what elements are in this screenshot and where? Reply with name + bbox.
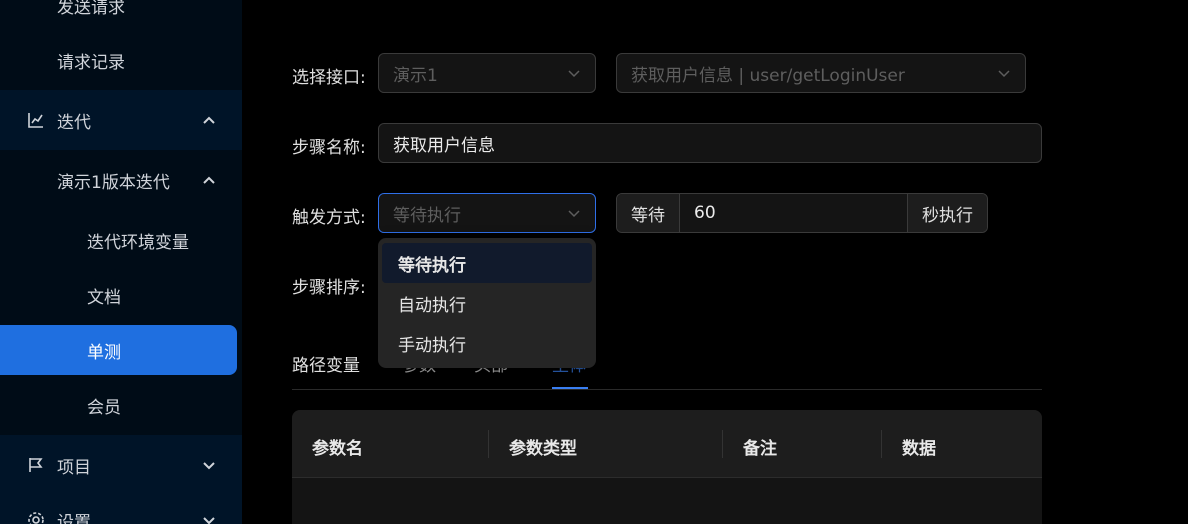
interface-label: 选择接口: — [292, 68, 366, 88]
column-header-name: 参数名 — [312, 439, 363, 459]
trigger-select[interactable]: 等待执行 — [378, 193, 596, 233]
main-content: 选择接口: 演示1 获取用户信息 | user/getLoginUser 步骤名… — [242, 0, 1188, 524]
chevron-down-icon — [202, 458, 216, 472]
flag-icon — [27, 456, 45, 474]
sidebar-item-label: 设置 — [57, 512, 91, 524]
api-select[interactable]: 获取用户信息 | user/getLoginUser — [616, 53, 1026, 93]
api-select-value: 获取用户信息 | user/getLoginUser — [631, 65, 905, 86]
sidebar-item-label: 文档 — [87, 287, 121, 308]
step-name-label: 步骤名称: — [292, 138, 366, 158]
chevron-up-icon — [202, 173, 216, 187]
wait-seconds-value: 60 — [694, 203, 716, 223]
sidebar-item-project[interactable]: 项目 — [0, 435, 242, 495]
sidebar-item-label: 单测 — [87, 342, 121, 363]
line-chart-icon — [27, 111, 45, 129]
chevron-down-icon — [202, 513, 216, 524]
module-select[interactable]: 演示1 — [378, 53, 596, 93]
column-divider — [722, 430, 723, 458]
dropdown-option-manual[interactable]: 手动执行 — [382, 323, 592, 363]
column-header-remark: 备注 — [743, 439, 777, 459]
sidebar-item-iteration[interactable]: 迭代 — [0, 90, 242, 150]
chevron-down-icon — [567, 66, 581, 80]
sidebar-item-settings[interactable]: 设置 — [0, 495, 242, 524]
chevron-down-icon — [997, 66, 1011, 80]
sidebar-item-request-history[interactable]: 请求记录 — [0, 30, 242, 90]
sidebar-item-send-request[interactable]: 发送请求 — [0, 0, 242, 30]
tab-path-variables[interactable]: 路径变量 — [292, 351, 360, 376]
chevron-down-icon — [567, 206, 581, 220]
chevron-up-icon — [202, 113, 216, 127]
wait-prefix: 等待 — [617, 194, 680, 232]
wait-seconds-input[interactable]: 60 — [680, 194, 907, 232]
sidebar-item-label: 会员 — [87, 397, 121, 418]
sidebar-item-env-variables[interactable]: 迭代环境变量 — [0, 215, 242, 265]
sidebar-item-label: 发送请求 — [57, 0, 125, 18]
trigger-dropdown-menu: 等待执行 自动执行 手动执行 — [378, 238, 596, 368]
sidebar-item-docs[interactable]: 文档 — [0, 270, 242, 320]
sidebar-item-label: 演示1版本迭代 — [57, 172, 170, 193]
step-name-value: 获取用户信息 — [393, 135, 495, 156]
column-header-type: 参数类型 — [509, 439, 577, 459]
sidebar-item-label: 迭代环境变量 — [87, 232, 189, 253]
column-divider — [488, 430, 489, 458]
wait-seconds-group: 等待 60 秒执行 — [616, 193, 988, 233]
params-table: 参数名 参数类型 备注 数据 — [292, 410, 1042, 524]
sidebar-item-demo-iteration[interactable]: 演示1版本迭代 — [0, 150, 242, 210]
step-order-label: 步骤排序: — [292, 278, 366, 298]
wait-suffix: 秒执行 — [907, 194, 987, 232]
table-header: 参数名 参数类型 备注 数据 — [292, 410, 1042, 478]
sidebar: 发送请求 请求记录 迭代 演示1版本迭代 迭代环境变量 文档 单测 会员 项目 … — [0, 0, 242, 524]
sidebar-item-label: 项目 — [57, 457, 91, 478]
gear-icon — [27, 511, 45, 524]
column-header-data: 数据 — [902, 439, 936, 459]
sidebar-item-member[interactable]: 会员 — [0, 380, 242, 430]
dropdown-option-wait[interactable]: 等待执行 — [382, 243, 592, 283]
sidebar-item-label: 迭代 — [57, 112, 91, 133]
tab-active-indicator — [552, 387, 588, 389]
sidebar-item-unit-test[interactable]: 单测 — [0, 325, 242, 375]
step-name-input[interactable]: 获取用户信息 — [378, 123, 1042, 163]
module-select-value: 演示1 — [393, 65, 438, 86]
column-divider — [881, 430, 882, 458]
sidebar-item-label: 请求记录 — [57, 52, 125, 73]
dropdown-option-auto[interactable]: 自动执行 — [382, 283, 592, 323]
trigger-select-placeholder: 等待执行 — [393, 205, 461, 226]
trigger-label: 触发方式: — [292, 208, 366, 228]
